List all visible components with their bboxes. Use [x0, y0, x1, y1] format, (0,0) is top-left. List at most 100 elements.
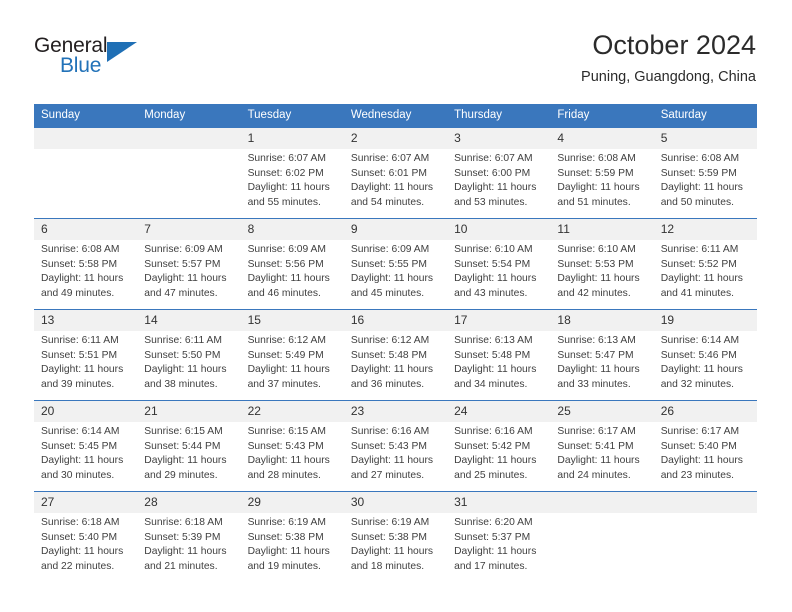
calendar-week-row: 1 2 3 4 5 Sunrise: 6:07 AM Sunset: 6:02 PM Dayl…: [34, 128, 757, 218]
day-cell[interactable]: Sunrise: 6:11 AM Sunset: 5:52 PM Daylight:…: [654, 240, 757, 309]
day-detail-line: Sunrise: 6:09 AM: [247, 244, 326, 255]
day-cell[interactable]: Sunrise: 6:09 AM Sunset: 5:57 PM Daylight:…: [137, 240, 240, 309]
day-number[interactable]: 2: [344, 128, 447, 149]
day-number[interactable]: 1: [241, 128, 344, 149]
day-detail-line: and 27 minutes.: [350, 469, 425, 481]
day-number[interactable]: 26: [654, 401, 757, 422]
day-number[interactable]: 30: [344, 492, 447, 513]
blue-triangle-icon: [107, 42, 137, 62]
day-cell[interactable]: Sunrise: 6:15 AM Sunset: 5:44 PM Daylight:…: [137, 422, 240, 491]
day-number[interactable]: 24: [447, 401, 550, 422]
day-cell[interactable]: Sunrise: 6:12 AM Sunset: 5:48 PM Daylight:…: [344, 331, 447, 400]
day-number[interactable]: 9: [344, 219, 447, 240]
day-detail-line: Sunrise: 6:16 AM: [454, 426, 533, 437]
day-cell[interactable]: Sunrise: 6:11 AM Sunset: 5:51 PM Daylight:…: [34, 331, 137, 400]
day-cell[interactable]: Sunrise: 6:14 AM Sunset: 5:46 PM Daylight:…: [654, 331, 757, 400]
day-number[interactable]: 27: [34, 492, 137, 513]
day-detail-line: Daylight: 11 hours: [144, 546, 227, 558]
week-detail-band: Sunrise: 6:11 AM Sunset: 5:51 PM Daylight:…: [34, 331, 757, 400]
day-number[interactable]: 7: [137, 219, 240, 240]
day-detail-line: Sunset: 5:57 PM: [144, 258, 221, 270]
day-detail-line: Sunrise: 6:17 AM: [660, 426, 740, 437]
day-number[interactable]: 28: [137, 492, 240, 513]
day-cell[interactable]: Sunrise: 6:10 AM Sunset: 5:53 PM Daylight:…: [550, 240, 653, 309]
day-number[interactable]: 20: [34, 401, 137, 422]
day-detail-line: and 42 minutes.: [557, 287, 631, 299]
day-number[interactable]: 23: [344, 401, 447, 422]
day-number[interactable]: 14: [137, 310, 240, 331]
day-number[interactable]: 13: [34, 310, 137, 331]
day-number[interactable]: 12: [654, 219, 757, 240]
day-detail-line: Sunset: 5:51 PM: [41, 349, 118, 361]
weekday-header-tuesday: Tuesday: [247, 109, 292, 121]
day-number[interactable]: 5: [654, 128, 757, 149]
day-number[interactable]: 18: [550, 310, 653, 331]
calendar-week-row: 6 7 8 9 10 11 12 Sunrise: 6:08 AM Sunset: 5:58 P…: [34, 218, 757, 309]
day-detail-line: Sunset: 5:58 PM: [41, 258, 118, 270]
day-cell[interactable]: Sunrise: 6:07 AM Sunset: 6:02 PM Daylight:…: [241, 149, 344, 218]
day-number[interactable]: 3: [447, 128, 550, 149]
day-cell[interactable]: Sunrise: 6:15 AM Sunset: 5:43 PM Daylight:…: [241, 422, 344, 491]
day-detail-line: Daylight: 11 hours: [41, 364, 124, 376]
day-cell[interactable]: Sunrise: 6:09 AM Sunset: 5:56 PM Daylight:…: [241, 240, 344, 309]
day-number[interactable]: 19: [654, 310, 757, 331]
day-cell[interactable]: Sunrise: 6:07 AM Sunset: 6:00 PM Daylight:…: [447, 149, 550, 218]
day-detail-line: and 34 minutes.: [454, 378, 528, 390]
day-number[interactable]: 25: [550, 401, 653, 422]
day-number[interactable]: 29: [241, 492, 344, 513]
day-cell[interactable]: Sunrise: 6:12 AM Sunset: 5:49 PM Daylight:…: [241, 331, 344, 400]
day-detail-line: Sunrise: 6:09 AM: [350, 244, 430, 255]
day-cell[interactable]: Sunrise: 6:13 AM Sunset: 5:47 PM Daylight:…: [550, 331, 653, 400]
day-detail-line: Sunrise: 6:10 AM: [454, 244, 533, 255]
day-cell[interactable]: Sunrise: 6:18 AM Sunset: 5:40 PM Daylight:…: [34, 513, 137, 582]
day-cell-empty: [34, 149, 137, 218]
day-cell[interactable]: Sunrise: 6:07 AM Sunset: 6:01 PM Daylight:…: [344, 149, 447, 218]
day-cell[interactable]: Sunrise: 6:16 AM Sunset: 5:42 PM Daylight:…: [447, 422, 550, 491]
day-detail-line: Sunrise: 6:07 AM: [454, 153, 533, 164]
day-number[interactable]: 6: [34, 219, 137, 240]
day-cell[interactable]: Sunrise: 6:08 AM Sunset: 5:59 PM Daylight:…: [654, 149, 757, 218]
day-number[interactable]: 16: [344, 310, 447, 331]
day-cell[interactable]: Sunrise: 6:11 AM Sunset: 5:50 PM Daylight:…: [137, 331, 240, 400]
weekday-header-thursday: Thursday: [454, 109, 503, 121]
day-cell[interactable]: Sunrise: 6:20 AM Sunset: 5:37 PM Daylight:…: [447, 513, 550, 582]
day-cell[interactable]: Sunrise: 6:10 AM Sunset: 5:54 PM Daylight:…: [447, 240, 550, 309]
day-detail-line: and 21 minutes.: [144, 560, 218, 572]
day-cell[interactable]: Sunrise: 6:16 AM Sunset: 5:43 PM Daylight:…: [344, 422, 447, 491]
day-number[interactable]: 17: [447, 310, 550, 331]
day-detail-line: Daylight: 11 hours: [660, 182, 743, 194]
day-cell[interactable]: Sunrise: 6:14 AM Sunset: 5:45 PM Daylight:…: [34, 422, 137, 491]
weekday-header-row: Sunday Monday Tuesday Wednesday Thursday Frid…: [34, 104, 757, 128]
day-detail-line: and 36 minutes.: [350, 378, 425, 390]
day-detail-line: and 23 minutes.: [660, 469, 734, 481]
day-cell[interactable]: Sunrise: 6:08 AM Sunset: 5:59 PM Daylight:…: [550, 149, 653, 218]
day-detail-line: Sunrise: 6:16 AM: [350, 426, 430, 437]
day-number[interactable]: 8: [241, 219, 344, 240]
day-cell[interactable]: Sunrise: 6:17 AM Sunset: 5:40 PM Daylight:…: [654, 422, 757, 491]
day-detail-line: Sunset: 5:45 PM: [41, 440, 118, 452]
day-detail-line: Sunrise: 6:18 AM: [41, 517, 120, 528]
week-daynumber-band: 13 14 15 16 17 18 19: [34, 310, 757, 331]
day-detail-line: and 50 minutes.: [660, 196, 734, 208]
week-detail-band: Sunrise: 6:14 AM Sunset: 5:45 PM Daylight:…: [34, 422, 757, 491]
day-cell[interactable]: Sunrise: 6:18 AM Sunset: 5:39 PM Daylight:…: [137, 513, 240, 582]
day-detail-line: and 24 minutes.: [557, 469, 631, 481]
day-detail-line: Sunrise: 6:11 AM: [41, 335, 119, 346]
day-detail-line: Daylight: 11 hours: [454, 182, 537, 194]
day-detail-line: Sunset: 5:56 PM: [247, 258, 324, 270]
day-number[interactable]: 31: [447, 492, 550, 513]
day-cell[interactable]: Sunrise: 6:19 AM Sunset: 5:38 PM Daylight:…: [241, 513, 344, 582]
day-cell[interactable]: Sunrise: 6:17 AM Sunset: 5:41 PM Daylight:…: [550, 422, 653, 491]
day-number[interactable]: 22: [241, 401, 344, 422]
day-cell[interactable]: Sunrise: 6:13 AM Sunset: 5:48 PM Daylight:…: [447, 331, 550, 400]
day-number[interactable]: 21: [137, 401, 240, 422]
day-number[interactable]: 4: [550, 128, 653, 149]
day-detail-line: Sunrise: 6:13 AM: [557, 335, 636, 346]
day-cell[interactable]: Sunrise: 6:09 AM Sunset: 5:55 PM Daylight:…: [344, 240, 447, 309]
day-cell[interactable]: Sunrise: 6:19 AM Sunset: 5:38 PM Daylight:…: [344, 513, 447, 582]
general-blue-logo[interactable]: General Blue: [34, 34, 164, 84]
day-number[interactable]: 11: [550, 219, 653, 240]
day-number[interactable]: 15: [241, 310, 344, 331]
day-number[interactable]: 10: [447, 219, 550, 240]
day-cell[interactable]: Sunrise: 6:08 AM Sunset: 5:58 PM Daylight:…: [34, 240, 137, 309]
